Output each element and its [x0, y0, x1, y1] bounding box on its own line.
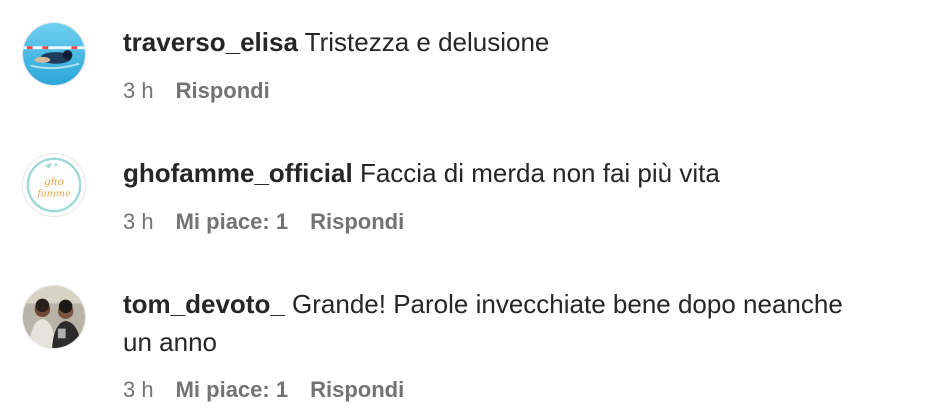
comment-meta: 3 h Mi piace: 1 Rispondi: [123, 377, 426, 403]
comment-text-line: ghofamme_official Faccia di merda non fa…: [123, 154, 913, 192]
ghofamme-logo-icon: gho famme: [23, 154, 85, 216]
reply-button[interactable]: Rispondi: [310, 377, 404, 402]
comment-username[interactable]: tom_devoto_: [123, 289, 285, 319]
comment-time[interactable]: 3 h: [123, 377, 154, 402]
comment-meta: 3 h Mi piace: 1 Rispondi: [123, 209, 426, 235]
avatar[interactable]: [22, 22, 86, 86]
comment-text-line: tom_devoto_ Grande! Parole invecchiate b…: [123, 285, 843, 361]
comment-body: tom_devoto_ Grande! Parole invecchiate b…: [123, 285, 913, 402]
likes-count[interactable]: Mi piace: 1: [176, 209, 288, 234]
comment-time[interactable]: 3 h: [123, 209, 154, 234]
comment-username[interactable]: ghofamme_official: [123, 158, 353, 188]
avatar[interactable]: gho famme: [22, 153, 86, 217]
comment-body: traverso_elisa Tristezza e delusione 3 h…: [123, 23, 913, 103]
reply-button[interactable]: Rispondi: [176, 78, 270, 103]
likes-count[interactable]: Mi piace: 1: [176, 377, 288, 402]
comment-text: Tristezza e delusione: [304, 27, 550, 57]
comment-text: Faccia di merda non fai più vita: [359, 158, 720, 188]
group-photo-icon: [23, 286, 85, 348]
reply-button[interactable]: Rispondi: [310, 209, 404, 234]
logo-text-top: gho: [44, 175, 64, 188]
comment-username[interactable]: traverso_elisa: [123, 27, 298, 57]
logo-text-bottom: famme: [36, 189, 71, 200]
avatar[interactable]: [22, 285, 86, 349]
comment-time[interactable]: 3 h: [123, 78, 154, 103]
comment-body: ghofamme_official Faccia di merda non fa…: [123, 154, 913, 234]
comment-meta: 3 h Rispondi: [123, 78, 292, 104]
comment-text-line: traverso_elisa Tristezza e delusione: [123, 23, 913, 61]
swimmer-photo-icon: [23, 23, 85, 85]
